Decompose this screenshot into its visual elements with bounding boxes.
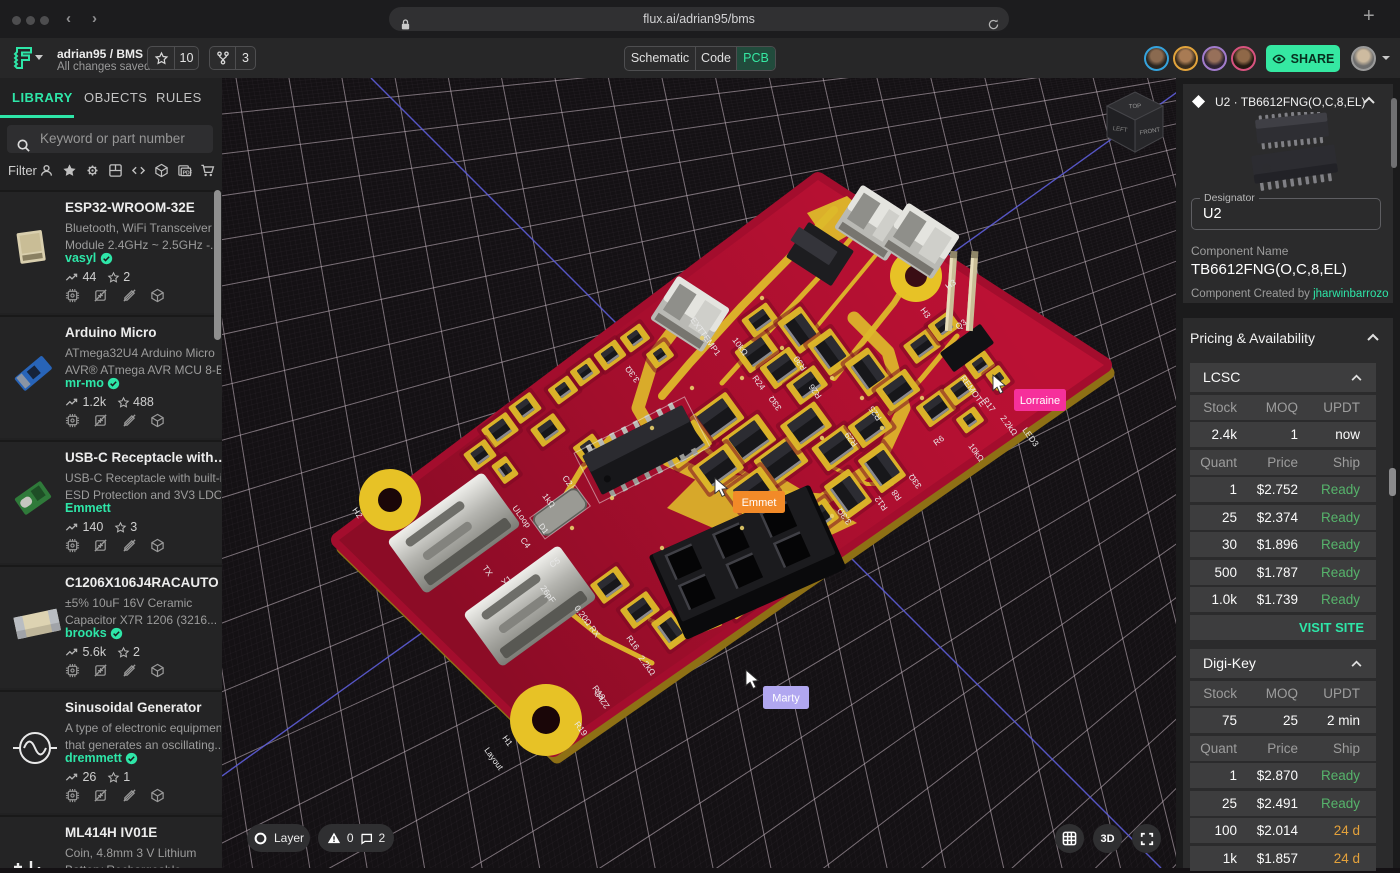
svg-text:PDF: PDF [183,171,192,177]
svg-text:Emmet: Emmet [742,497,777,509]
svg-text:Lorraine: Lorraine [1020,395,1060,407]
svg-text:TOP: TOP [1129,104,1142,111]
svg-text:Marty: Marty [772,693,800,705]
